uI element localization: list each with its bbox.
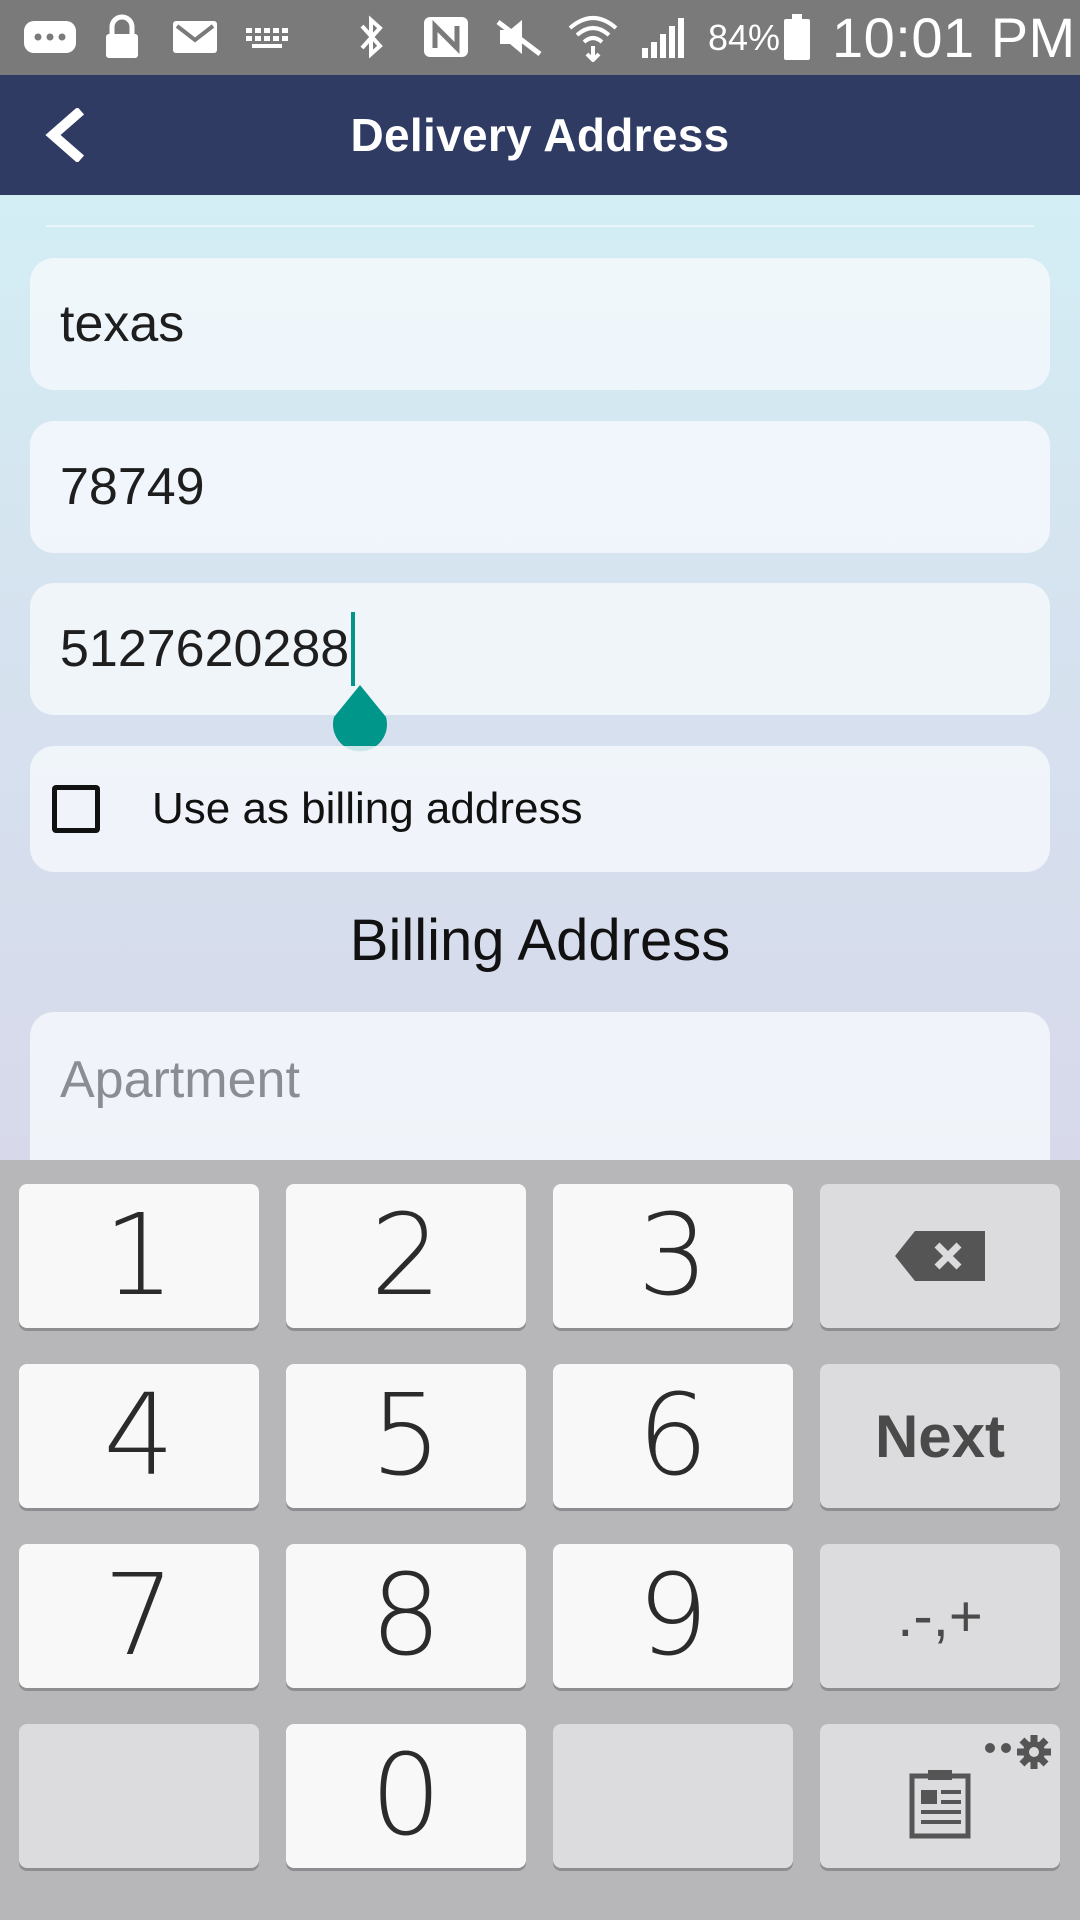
use-billing-checkbox[interactable]: [52, 785, 100, 833]
wifi-icon: [566, 14, 620, 62]
clipboard-key[interactable]: [820, 1724, 1060, 1868]
phone-field-value: 5127620288: [60, 620, 350, 678]
key-0[interactable]: 0: [286, 1724, 526, 1868]
app-bar: Delivery Address: [0, 75, 1080, 195]
numeric-keyboard: 1 2 3 4 5 6 Next 7 8 9 .-,+ 0: [0, 1160, 1080, 1920]
state-field[interactable]: texas: [30, 258, 1050, 390]
billing-section-title: Billing Address: [349, 908, 731, 973]
symbols-key[interactable]: .-,+: [820, 1544, 1060, 1688]
blank-key-right[interactable]: [553, 1724, 793, 1868]
next-key[interactable]: Next: [820, 1364, 1060, 1508]
text-cursor: [351, 612, 356, 686]
apartment-field[interactable]: Apartment: [30, 1012, 1050, 1160]
backspace-icon: [895, 1231, 985, 1281]
bluetooth-icon: [354, 14, 388, 60]
blank-key-left[interactable]: [19, 1724, 259, 1868]
signal-icon: [640, 14, 692, 60]
chat-icon: [22, 14, 78, 60]
gmail-icon: [170, 14, 220, 60]
use-billing-checkbox-row[interactable]: Use as billing address: [30, 746, 1050, 872]
key-8[interactable]: 8: [286, 1544, 526, 1688]
apartment-placeholder: Apartment: [60, 1051, 300, 1109]
key-5[interactable]: 5: [286, 1364, 526, 1508]
state-field-value: texas: [60, 295, 185, 353]
gear-icon: [985, 1735, 1051, 1769]
key-9[interactable]: 9: [553, 1544, 793, 1688]
clipboard-icon: [909, 1770, 971, 1839]
key-2[interactable]: 2: [286, 1184, 526, 1328]
phone-field[interactable]: 5127620288: [30, 583, 1050, 715]
battery-percentage: 84%: [708, 16, 781, 58]
key-6[interactable]: 6: [553, 1364, 793, 1508]
mute-icon: [494, 14, 544, 60]
keyboard-icon: [244, 14, 290, 60]
use-billing-label: Use as billing address: [152, 784, 583, 833]
zip-field-value: 78749: [60, 458, 205, 516]
backspace-key[interactable]: [820, 1184, 1060, 1328]
divider: [46, 225, 1034, 227]
lock-icon: [102, 14, 142, 60]
key-7[interactable]: 7: [19, 1544, 259, 1688]
key-4[interactable]: 4: [19, 1364, 259, 1508]
status-bar: 84% 10:01 PM: [0, 0, 1080, 75]
battery-icon: [782, 14, 812, 60]
address-form: texas 78749 5127620288 Use as billing ad…: [0, 195, 1080, 1160]
clock: 10:01 PM: [832, 6, 1076, 69]
zip-field[interactable]: 78749: [30, 421, 1050, 553]
nfc-icon: [420, 14, 472, 60]
key-3[interactable]: 3: [553, 1184, 793, 1328]
key-1[interactable]: 1: [19, 1184, 259, 1328]
page-title: Delivery Address: [350, 109, 730, 161]
